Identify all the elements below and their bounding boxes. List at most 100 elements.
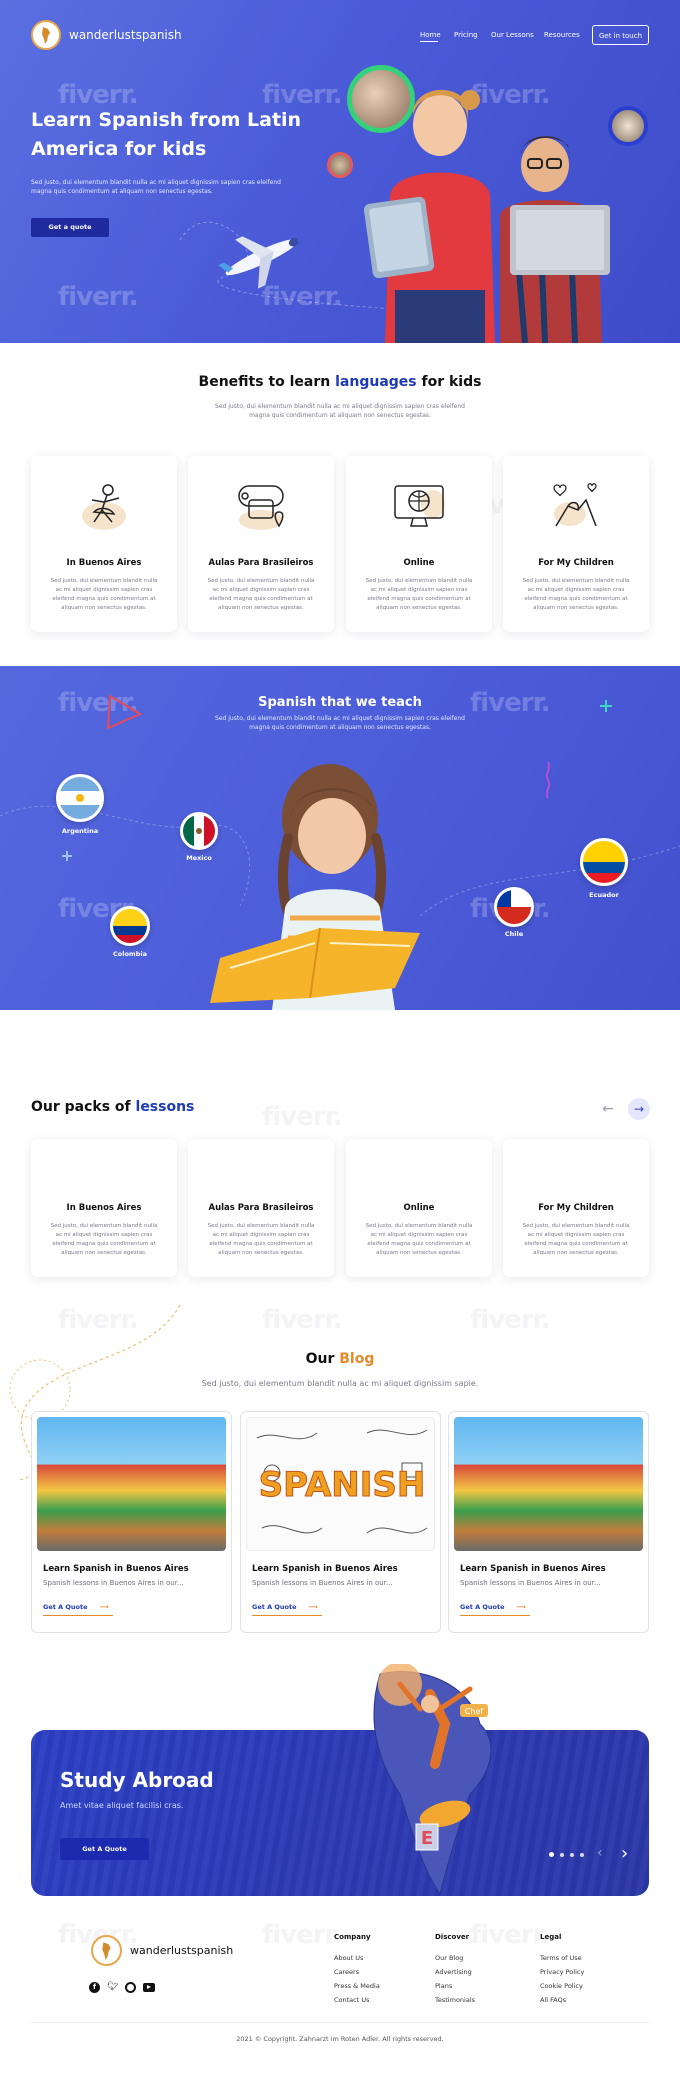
footer-heading-company: Company bbox=[334, 1933, 371, 1941]
benefit-card[interactable]: Aulas Para Brasileiros Sed justo, dui el… bbox=[188, 456, 334, 632]
footer-link[interactable]: Advertising bbox=[435, 1968, 472, 1976]
blog-card[interactable]: Learn Spanish in Buenos Aires Spanish le… bbox=[448, 1411, 649, 1633]
footer-link[interactable]: Press & Media bbox=[334, 1982, 380, 1990]
pack-card-title: Online bbox=[403, 1203, 435, 1213]
footer-link[interactable]: Plans bbox=[435, 1982, 452, 1990]
packs-title: Our packs of lessons bbox=[31, 1099, 194, 1115]
hero-subtitle-line-2: magna quis condimentum at aliquam non se… bbox=[31, 188, 213, 195]
hero-title-line-1: Learn Spanish from Latin bbox=[31, 109, 302, 131]
blog-get-a-quote-link[interactable]: Get A Quote ⟶ bbox=[460, 1603, 526, 1611]
carousel-next-icon[interactable]: › bbox=[621, 1843, 628, 1864]
hero-subtitle-line-1: Sed justo, dui elementum blandit nulla a… bbox=[31, 179, 281, 186]
blog-get-a-quote-link[interactable]: Get A Quote ⟶ bbox=[43, 1603, 109, 1611]
card-text-line: ac mi aliquet dignissim sapien cras bbox=[527, 1232, 625, 1238]
benefit-card[interactable]: For My Children Sed justo, dui elementum… bbox=[503, 456, 649, 632]
benefit-card[interactable]: Online Sed justo, dui elementum blandit … bbox=[346, 456, 492, 632]
nav-pricing[interactable]: Pricing bbox=[454, 31, 478, 39]
benefit-card-text: Sed justo, dui elementum blandit nulla a… bbox=[356, 577, 482, 613]
ballerina-icon bbox=[82, 484, 126, 530]
packs-title-accent: lessons bbox=[135, 1099, 195, 1115]
blog-post-title: Learn Spanish in Buenos Aires bbox=[460, 1564, 606, 1574]
nav-home[interactable]: Home bbox=[420, 31, 441, 39]
latin-america-icon bbox=[102, 1942, 111, 1960]
carousel-dot-active[interactable] bbox=[549, 1852, 554, 1857]
study-title: Study Abroad bbox=[60, 1768, 214, 1792]
get-a-quote-button[interactable]: Get a quote bbox=[31, 218, 109, 237]
nav-active-indicator bbox=[420, 41, 438, 42]
footer-link[interactable]: About Us bbox=[334, 1954, 363, 1962]
footer-link[interactable]: Contact Us bbox=[334, 1996, 370, 2004]
footer-divider bbox=[31, 2022, 649, 2023]
pack-card-text: Sed justo, dui elementum blandit nulla a… bbox=[513, 1222, 639, 1258]
girl-reading-book-illustration bbox=[210, 764, 420, 1010]
carousel-dot[interactable] bbox=[560, 1853, 564, 1857]
card-text-line: ac mi aliquet dignissim sapien cras bbox=[370, 1232, 468, 1238]
blog-card[interactable]: SPANISH Learn Spanish in Buenos Aires Sp… bbox=[240, 1411, 441, 1633]
footer-link[interactable]: Cookie Policy bbox=[540, 1982, 583, 1990]
footer-link[interactable]: Privacy Policy bbox=[540, 1968, 584, 1976]
benefits-subtitle-line-2: magna quis condimentum at aliquam non se… bbox=[249, 412, 431, 419]
carousel-prev-icon[interactable]: ‹ bbox=[597, 1845, 603, 1861]
footer-link[interactable]: Careers bbox=[334, 1968, 359, 1976]
footer-link[interactable]: Terms of Use bbox=[540, 1954, 582, 1962]
colorful-houses-image bbox=[454, 1417, 643, 1551]
brand-logo[interactable] bbox=[31, 20, 61, 50]
hero-title-line-2: America for kids bbox=[31, 138, 207, 160]
footer-brand-name[interactable]: wanderlustspanish bbox=[130, 1944, 233, 1957]
benefit-card-title: In Buenos Aires bbox=[66, 558, 142, 568]
spanish-section: fiverr. fiverr. fiverr. fiverr. Spanish … bbox=[0, 666, 680, 1010]
flag-chile-icon[interactable] bbox=[494, 887, 534, 927]
watermark: fiverr. bbox=[58, 282, 139, 312]
footer-link[interactable]: Our Blog bbox=[435, 1954, 463, 1962]
footer-link[interactable]: Testimonials bbox=[435, 1996, 475, 2004]
footer-brand-logo[interactable] bbox=[91, 1935, 122, 1966]
online-monitor-icon bbox=[394, 485, 445, 527]
benefit-card-text: Sed justo, dui elementum blandit nulla a… bbox=[513, 577, 639, 613]
link-underline bbox=[43, 1615, 113, 1616]
study-get-a-quote-button[interactable]: Get A Quote bbox=[60, 1838, 149, 1860]
facebook-icon[interactable]: f bbox=[89, 1982, 100, 1993]
benefit-card-title: Online bbox=[403, 558, 435, 568]
carousel-dot[interactable] bbox=[570, 1853, 574, 1857]
country-label-colombia: Colombia bbox=[113, 950, 147, 958]
get-in-touch-button[interactable]: Get in touch bbox=[592, 25, 649, 45]
pack-card[interactable]: In Buenos Aires Sed justo, dui elementum… bbox=[31, 1139, 177, 1277]
blog-title-accent: Blog bbox=[339, 1351, 375, 1367]
watermark: fiverr. bbox=[262, 1305, 343, 1335]
pack-card[interactable]: Aulas Para Brasileiros Sed justo, dui el… bbox=[188, 1139, 334, 1277]
twitter-icon[interactable]: 🐦︎ bbox=[107, 1982, 118, 1993]
benefits-title-pre: Benefits to learn bbox=[198, 374, 336, 390]
flag-ecuador-icon[interactable] bbox=[580, 838, 628, 886]
github-icon[interactable] bbox=[125, 1982, 136, 1993]
blog-subtitle: Sed justo, dui elementum blandit nulla a… bbox=[201, 1379, 479, 1388]
card-text-line: eleifend magna quis condimentum at bbox=[209, 596, 313, 602]
youtube-icon[interactable] bbox=[143, 1983, 155, 1992]
nav-our-lessons[interactable]: Our Lessons bbox=[491, 31, 534, 39]
brand-name[interactable]: wanderlustspanish bbox=[69, 28, 182, 42]
carousel-dot[interactable] bbox=[580, 1853, 584, 1857]
watermark: fiverr. bbox=[470, 1305, 551, 1335]
benefit-card[interactable]: In Buenos Aires Sed justo, dui elementum… bbox=[31, 456, 177, 632]
chef-badge: Chef bbox=[465, 1707, 484, 1716]
country-label-argentina: Argentina bbox=[61, 827, 99, 835]
hero-section: fiverr. fiverr. fiverr. fiverr. fiverr. … bbox=[0, 0, 680, 343]
card-text-line: Sed justo, dui elementum blandit nulla bbox=[207, 1223, 315, 1229]
spanish-doodle-art: SPANISH bbox=[256, 1429, 428, 1534]
card-text-line: ac mi aliquet dignissim sapien cras bbox=[212, 587, 310, 593]
prev-arrow-button[interactable]: ← bbox=[598, 1101, 618, 1117]
next-arrow-button[interactable]: → bbox=[628, 1098, 650, 1120]
flag-colombia-icon[interactable] bbox=[110, 906, 150, 946]
blog-get-a-quote-link[interactable]: Get A Quote ⟶ bbox=[252, 1603, 318, 1611]
card-text-line: eleifend magna quis condimentum at bbox=[209, 1241, 313, 1247]
arrow-right-icon: ⟶ bbox=[99, 1603, 109, 1611]
card-text-line: eleifend magna quis condimentum at bbox=[524, 596, 628, 602]
blog-card[interactable]: Learn Spanish in Buenos Aires Spanish le… bbox=[31, 1411, 232, 1633]
flag-argentina-icon[interactable] bbox=[56, 774, 104, 822]
footer-heading-legal: Legal bbox=[540, 1933, 562, 1941]
nav-resources[interactable]: Resources bbox=[544, 31, 580, 39]
card-text-line: eleifend magna quis condimentum at bbox=[52, 1241, 156, 1247]
pack-card[interactable]: For My Children Sed justo, dui elementum… bbox=[503, 1139, 649, 1277]
footer-link[interactable]: All FAQs bbox=[540, 1996, 566, 2004]
card-text-line: ac mi aliquet dignissim sapien cras bbox=[55, 1232, 153, 1238]
pack-card[interactable]: Online Sed justo, dui elementum blandit … bbox=[346, 1139, 492, 1277]
